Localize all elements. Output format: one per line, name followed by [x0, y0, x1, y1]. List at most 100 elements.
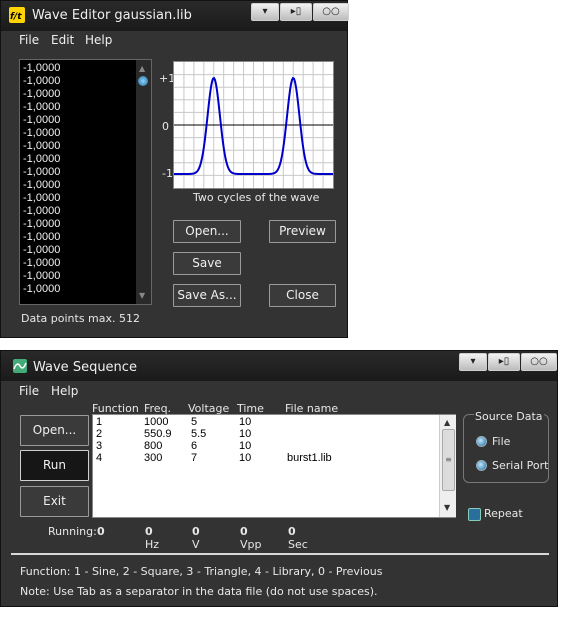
- menu-edit[interactable]: Edit: [51, 33, 74, 47]
- wave-graph: [173, 61, 334, 189]
- running-time-unit: Sec: [288, 538, 308, 551]
- file-radio[interactable]: [476, 436, 487, 447]
- menu-help[interactable]: Help: [51, 384, 78, 398]
- cell-function: 3: [96, 440, 103, 452]
- cell-function: 2: [96, 428, 103, 440]
- data-point-item[interactable]: -1,0000: [20, 283, 151, 296]
- running-label: Running:: [48, 525, 97, 538]
- wave-sequence-window: Wave Sequence ▾ ▸▯ ○○ File Help Open... …: [0, 350, 558, 607]
- cell-freq: 800: [144, 440, 163, 452]
- restore-icon[interactable]: ▸▯: [280, 3, 312, 21]
- preview-button[interactable]: Preview: [269, 220, 336, 243]
- wave-editor-window: f/t Wave Editor gaussian.lib ▾ ▸▯ ○○ Fil…: [0, 0, 349, 338]
- y-axis-bottom-label: -1: [162, 167, 173, 180]
- restore-icon[interactable]: ▸▯: [488, 353, 520, 371]
- serial-port-radio[interactable]: [476, 460, 487, 471]
- cell-freq: 1000: [144, 416, 169, 428]
- scroll-up-icon[interactable]: ▲: [444, 418, 450, 427]
- cell-voltage: 7: [191, 452, 198, 464]
- table-row[interactable]: 4 300 7 10 burst1.lib: [93, 452, 437, 464]
- menu-file[interactable]: File: [19, 384, 39, 398]
- close-button[interactable]: Close: [269, 284, 336, 307]
- separator-note-text: Note: Use Tab as a separator in the data…: [20, 585, 378, 598]
- file-radio-label: File: [492, 435, 511, 448]
- save-as-button[interactable]: Save As...: [173, 284, 241, 307]
- scroll-down-icon[interactable]: ▼: [444, 503, 450, 512]
- table-row[interactable]: 2 550.9 5.5 10: [93, 428, 437, 440]
- svg-text:f/t: f/t: [10, 12, 22, 22]
- scroll-down-icon[interactable]: ▼: [139, 291, 145, 300]
- cell-freq: 300: [144, 452, 163, 464]
- running-freq-value: 0: [145, 525, 153, 538]
- source-data-label: Source Data: [474, 410, 544, 423]
- app-icon: [13, 359, 27, 373]
- table-row[interactable]: 1 1000 5 10: [93, 416, 437, 428]
- data-point-item[interactable]: -1,0000: [20, 270, 151, 283]
- data-points-status: Data points max. 512: [21, 312, 140, 325]
- data-point-item[interactable]: -1,0000: [20, 231, 151, 244]
- running-voltage-value: 0: [192, 525, 200, 538]
- cell-time: 10: [239, 440, 252, 452]
- data-point-item[interactable]: -1,0000: [20, 114, 151, 127]
- data-point-item[interactable]: -1,0000: [20, 153, 151, 166]
- serial-port-radio-label: Serial Port: [492, 459, 549, 472]
- data-point-item[interactable]: -1,0000: [20, 179, 151, 192]
- separator: [11, 553, 549, 555]
- window-title: Wave Sequence: [33, 360, 137, 375]
- repeat-label: Repeat: [484, 507, 523, 520]
- running-vpp-value: 0: [240, 525, 248, 538]
- repeat-checkbox[interactable]: [468, 508, 481, 521]
- data-point-item[interactable]: -1,0000: [20, 257, 151, 270]
- running-freq-unit: Hz: [145, 538, 160, 551]
- data-point-item[interactable]: -1,0000: [20, 244, 151, 257]
- y-axis-mid-label: 0: [162, 120, 169, 133]
- table-row[interactable]: 3 800 6 10: [93, 440, 437, 452]
- vertical-scrollbar[interactable]: ▲ ▼: [136, 60, 151, 304]
- open-button[interactable]: Open...: [173, 220, 241, 243]
- graph-caption: Two cycles of the wave: [193, 191, 320, 204]
- data-point-item[interactable]: -1,0000: [20, 62, 151, 75]
- close-icon[interactable]: ○○: [313, 3, 349, 21]
- cell-freq: 550.9: [144, 428, 172, 440]
- cell-file-name: burst1.lib: [287, 452, 332, 464]
- cell-function: 1: [96, 416, 103, 428]
- sequence-table[interactable]: 1 1000 5 10 2 550.9 5.5 10 3 800 6 10 4 300 7 10 burst1.…: [92, 414, 456, 518]
- wave-sequence-titlebar[interactable]: Wave Sequence ▾ ▸▯ ○○: [1, 351, 557, 381]
- data-point-item[interactable]: -1,0000: [20, 101, 151, 114]
- menu-help[interactable]: Help: [85, 33, 112, 47]
- cell-voltage: 5.5: [191, 428, 207, 440]
- menu-file[interactable]: File: [19, 33, 39, 47]
- open-button[interactable]: Open...: [20, 415, 89, 446]
- vertical-scrollbar[interactable]: ▲ ≡ ▼: [439, 415, 456, 517]
- data-point-item[interactable]: -1,0000: [20, 192, 151, 205]
- scroll-thumb[interactable]: [138, 76, 148, 86]
- close-icon[interactable]: ○○: [521, 353, 557, 371]
- exit-button[interactable]: Exit: [20, 486, 89, 517]
- data-point-item[interactable]: -1,0000: [20, 75, 151, 88]
- running-time-value: 0: [288, 525, 296, 538]
- data-point-item[interactable]: -1,0000: [20, 140, 151, 153]
- minimize-icon[interactable]: ▾: [459, 353, 487, 371]
- minimize-icon[interactable]: ▾: [251, 3, 279, 21]
- running-voltage-unit: V: [192, 538, 200, 551]
- wave-plot: [174, 62, 333, 188]
- data-point-item[interactable]: -1,0000: [20, 205, 151, 218]
- data-point-item[interactable]: -1,0000: [20, 166, 151, 179]
- scroll-thumb[interactable]: ≡: [442, 429, 455, 491]
- run-button[interactable]: Run: [20, 450, 89, 481]
- scroll-up-icon[interactable]: ▲: [139, 64, 145, 73]
- cell-time: 10: [239, 452, 252, 464]
- function-help-text: Function: 1 - Sine, 2 - Square, 3 - Tria…: [20, 565, 383, 578]
- data-point-item[interactable]: -1,0000: [20, 127, 151, 140]
- source-data-group: [463, 414, 549, 483]
- wave-editor-titlebar[interactable]: f/t Wave Editor gaussian.lib ▾ ▸▯ ○○: [1, 1, 349, 31]
- cell-function: 4: [96, 452, 103, 464]
- cell-voltage: 5: [191, 416, 198, 428]
- data-points-list[interactable]: -1,0000 -1,0000 -1,0000 -1,0000 -1,0000 -1,00…: [19, 59, 152, 305]
- cell-voltage: 6: [191, 440, 198, 452]
- running-vpp-unit: Vpp: [240, 538, 262, 551]
- cell-time: 10: [239, 416, 252, 428]
- data-point-item[interactable]: -1,0000: [20, 88, 151, 101]
- save-button[interactable]: Save: [173, 252, 241, 275]
- data-point-item[interactable]: -1,0000: [20, 218, 151, 231]
